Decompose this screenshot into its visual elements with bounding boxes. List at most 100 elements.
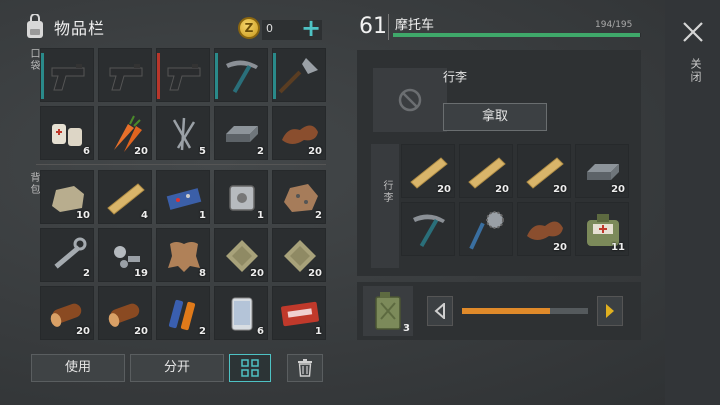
cargo-slot[interactable]: 20 (575, 144, 629, 198)
luggage-slot[interactable] (373, 68, 447, 132)
coin-icon: Z (238, 17, 260, 39)
backpack-slot[interactable]: 2 (272, 170, 326, 224)
item-count: 4 (141, 210, 148, 221)
backpack-label: 背包 (28, 172, 39, 196)
fuel-decrease-button[interactable] (427, 296, 453, 326)
backpack-slot[interactable]: 1 (156, 170, 210, 224)
backpack-slot[interactable]: 20 (214, 228, 268, 282)
coin-count: 0 (266, 21, 273, 35)
trash-button[interactable] (287, 354, 323, 382)
pocket-slot[interactable]: 6 (40, 106, 94, 160)
cargo-slot[interactable]: 20 (401, 144, 455, 198)
pickaxe-icon (226, 60, 258, 93)
pistol-icon (109, 64, 143, 91)
backpack-slot[interactable]: 20 (40, 286, 94, 340)
cargo-slot[interactable]: 20 (517, 202, 571, 256)
vehicle-hp-bar (393, 33, 641, 37)
close-label[interactable]: 关闭 (687, 58, 703, 84)
cargo-slot[interactable] (459, 202, 513, 256)
item-count: 2 (83, 268, 90, 279)
backpack-slot[interactable]: 4 (98, 170, 152, 224)
grid-icon (241, 359, 259, 377)
item-count: 2 (199, 326, 206, 337)
vehicle-hp-text: 194/195 (595, 20, 633, 30)
fuel-slider[interactable] (462, 308, 588, 314)
vehicle-panel: 61 摩托车 194/195 行李 拿取 行李 20 20 20 20 20 11 3 (345, 0, 665, 405)
item-count: 6 (83, 146, 90, 157)
luggage-label: 行李 (443, 70, 468, 84)
item-count: 20 (495, 184, 509, 195)
pocket-slot[interactable]: 20 (272, 106, 326, 160)
backpack-slot[interactable]: 20 (98, 286, 152, 340)
fuel-increase-button[interactable] (597, 296, 623, 326)
item-count: 11 (611, 242, 625, 253)
item-count: 1 (199, 210, 206, 221)
fuel-slot[interactable]: 3 (363, 286, 413, 336)
take-button[interactable]: 拿取 (443, 103, 547, 131)
durability-bar (157, 53, 160, 99)
sort-grid-button[interactable] (229, 354, 271, 382)
pocket-slot[interactable]: 5 (156, 106, 210, 160)
backpack-slot[interactable]: 20 (272, 228, 326, 282)
item-count: 20 (250, 268, 264, 279)
pocket-grid: 6 20 5 2 20 (40, 48, 326, 160)
cargo-label: 行李 (381, 180, 392, 204)
pocket-slot[interactable] (272, 48, 326, 102)
use-button[interactable]: 使用 (31, 354, 125, 382)
vehicle-level: 61 (359, 14, 387, 39)
backpack-slot[interactable]: 2 (156, 286, 210, 340)
durability-bar (41, 53, 44, 99)
add-coins-button[interactable]: + (300, 16, 322, 40)
cargo-slot[interactable]: 20 (459, 144, 513, 198)
item-count: 20 (134, 326, 148, 337)
cargo-slot[interactable]: 20 (517, 144, 571, 198)
durability-bar (273, 53, 276, 99)
cargo-grid: 20 20 20 20 20 11 (401, 144, 629, 256)
vehicle-hp-fill (393, 33, 640, 37)
item-count: 20 (308, 146, 322, 157)
fuel-slider-fill (462, 308, 551, 314)
item-count: 5 (199, 146, 206, 157)
close-icon[interactable] (681, 20, 705, 44)
backpack-slot[interactable]: 6 (214, 286, 268, 340)
title-separator (388, 14, 389, 40)
durability-bar (215, 53, 218, 99)
pocket-slot[interactable]: 2 (214, 106, 268, 160)
trash-icon (298, 359, 312, 377)
pistol-icon (167, 64, 201, 91)
item-count: 20 (134, 146, 148, 157)
fuel-count: 3 (403, 323, 410, 334)
item-count: 20 (553, 242, 567, 253)
item-count: 1 (257, 210, 264, 221)
saw-staff-icon (469, 211, 504, 250)
split-button[interactable]: 分开 (130, 354, 224, 382)
backpack-slot[interactable]: 1 (214, 170, 268, 224)
item-count: 10 (76, 210, 90, 221)
pocket-slot[interactable]: 20 (98, 106, 152, 160)
cargo-slot[interactable]: 11 (575, 202, 629, 256)
backpack-slot[interactable]: 10 (40, 170, 94, 224)
item-count: 2 (315, 210, 322, 221)
item-count: 19 (134, 268, 148, 279)
empty-slot-icon (398, 88, 422, 112)
pickaxe-icon (413, 214, 445, 247)
cargo-frame (371, 144, 399, 268)
backpack-slot[interactable]: 2 (40, 228, 94, 282)
fuel-panel: 3 (357, 282, 641, 340)
backpack-slot[interactable]: 19 (98, 228, 152, 282)
backpack-slot[interactable]: 1 (272, 286, 326, 340)
pocket-slot[interactable] (156, 48, 210, 102)
pocket-slot[interactable] (40, 48, 94, 102)
cargo-slot[interactable] (401, 202, 455, 256)
vehicle-storage: 行李 拿取 行李 20 20 20 20 20 11 (357, 50, 641, 276)
pocket-slot[interactable] (98, 48, 152, 102)
jerrycan-icon (375, 292, 401, 330)
item-count: 8 (199, 268, 206, 279)
backpack-grid: 10 4 1 1 2 2 19 8 20 20 20 20 2 6 1 (40, 170, 326, 340)
section-divider (36, 164, 326, 165)
pocket-label: 口袋 (28, 48, 39, 72)
item-count: 1 (315, 326, 322, 337)
pocket-slot[interactable] (214, 48, 268, 102)
coin-display: Z 0 (238, 17, 273, 39)
backpack-slot[interactable]: 8 (156, 228, 210, 282)
